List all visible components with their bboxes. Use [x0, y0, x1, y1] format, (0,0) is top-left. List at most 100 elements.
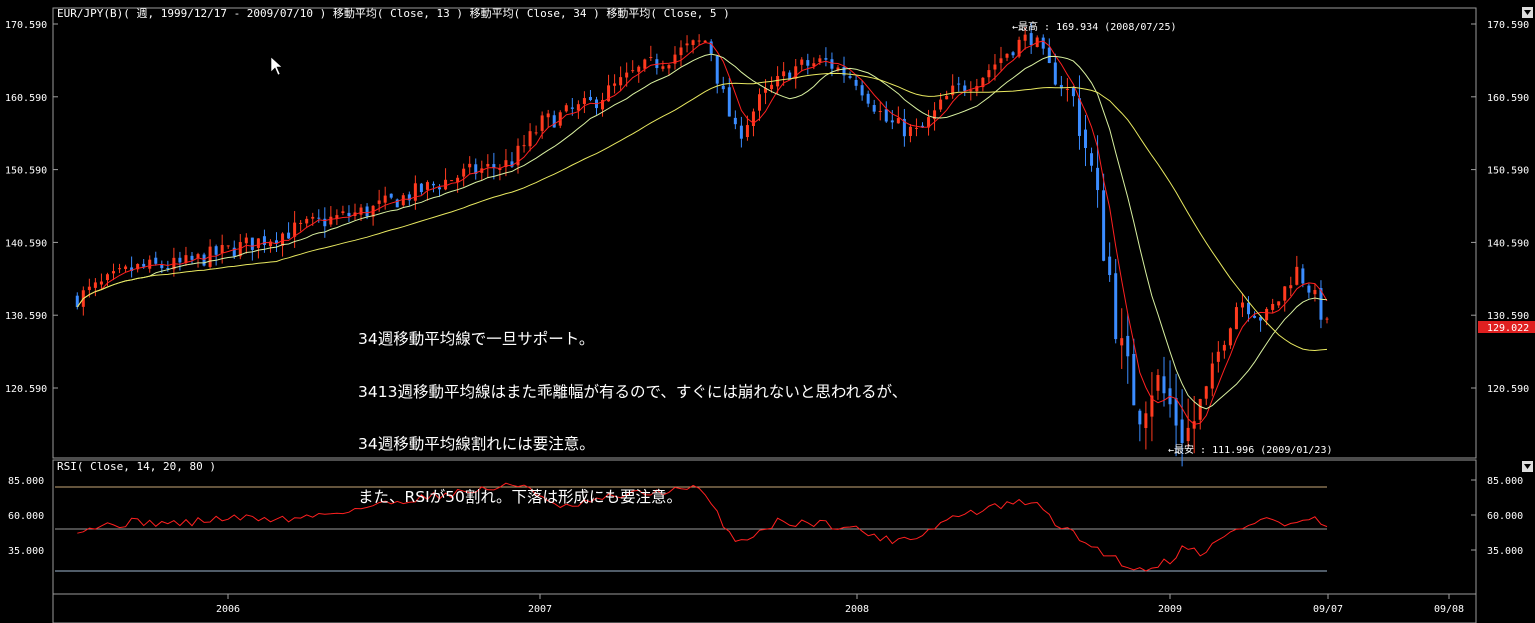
candle-down — [1180, 419, 1184, 443]
candle-down — [1174, 398, 1178, 426]
candle-down — [1126, 335, 1130, 357]
candle-down — [860, 85, 864, 96]
collapse-price-panel-button[interactable] — [1522, 7, 1533, 18]
candle-down — [1162, 376, 1166, 394]
candle-up — [383, 195, 387, 203]
price-tick-label-left: 150.590 — [5, 166, 47, 177]
candle-up — [462, 168, 466, 177]
candle-up — [637, 66, 641, 72]
candle-up — [1005, 53, 1009, 58]
candle-down — [963, 85, 967, 92]
candle-down — [806, 60, 810, 66]
candle-up — [226, 245, 230, 247]
candle-up — [1240, 302, 1244, 308]
candle-up — [220, 244, 224, 253]
candle-up — [1283, 286, 1287, 301]
collapse-rsi-panel-button[interactable] — [1522, 461, 1533, 472]
candle-up — [1289, 285, 1293, 289]
candle-down — [1041, 37, 1045, 49]
candle-down — [739, 125, 743, 139]
candle-up — [105, 274, 109, 281]
candle-up — [691, 40, 695, 45]
annotation-line-3: 34週移動平均線割れには要注意。 — [358, 435, 595, 453]
price-tick-label-left: 120.590 — [5, 384, 47, 395]
annotation-line-4: また、RSIが50割れ。下落は形成にも要注意。 — [358, 487, 683, 506]
candle-down — [214, 246, 218, 255]
candle-up — [631, 70, 635, 72]
candle-down — [824, 58, 828, 60]
candle-up — [256, 238, 260, 248]
candle-down — [1138, 410, 1142, 425]
candle-down — [1053, 62, 1057, 85]
candle-up — [999, 58, 1003, 63]
rsi-tick-label-left: 60.000 — [8, 511, 44, 522]
candle-up — [800, 59, 804, 65]
candle-up — [540, 115, 544, 131]
last-price-badge: 129.022 — [1478, 321, 1535, 334]
candle-up — [914, 127, 918, 129]
candle-up — [293, 222, 297, 237]
candle-down — [715, 55, 719, 84]
candle-up — [993, 64, 997, 70]
candle-up — [649, 56, 653, 58]
rsi-axis-right: 85.000 60.000 35.000 — [1487, 476, 1523, 557]
candle-down — [190, 255, 194, 260]
price-tick-label-left: 130.590 — [5, 311, 47, 322]
x-axis-frame — [52, 593, 1477, 623]
candle-up — [1325, 318, 1329, 320]
candle-up — [425, 182, 429, 190]
candle-up — [770, 84, 774, 90]
candle-down — [830, 59, 834, 69]
candle-up — [667, 65, 671, 69]
candle-up — [377, 200, 381, 204]
time-tick-label: 2007 — [528, 604, 552, 615]
candle-up — [969, 90, 973, 92]
rsi-panel-title: RSI( Close, 14, 20, 80 ) — [57, 460, 216, 473]
candle-up — [1204, 386, 1208, 399]
candle-up — [1265, 308, 1269, 321]
candle-up — [697, 40, 701, 42]
candle-down — [1247, 302, 1251, 315]
price-axis-left: 170.590 160.590 150.590 140.590 130.590 120.5… — [5, 20, 47, 395]
candle-up — [93, 282, 97, 288]
low-marker-label: ←最安 : 111.996 (2009/01/23) — [1168, 443, 1333, 456]
high-marker-label: ←最高 : 169.934 (2008/07/25) — [1012, 20, 1177, 33]
rsi-tick-label-right: 60.000 — [1487, 511, 1523, 522]
candle-down — [570, 107, 574, 109]
candle-up — [341, 211, 345, 214]
candle-down — [1090, 153, 1094, 166]
candle-up — [244, 237, 248, 244]
candle-down — [1301, 268, 1305, 284]
candle-up — [522, 145, 526, 147]
candle-up — [1120, 338, 1124, 346]
last-price-value: 129.022 — [1487, 323, 1529, 334]
candle-up — [468, 163, 472, 168]
candle-up — [1198, 398, 1202, 420]
candle-up — [818, 58, 822, 62]
candle-up — [299, 222, 303, 224]
candle-up — [444, 179, 448, 190]
candle-down — [1077, 98, 1081, 136]
candle-down — [1307, 285, 1311, 293]
candle-down — [250, 237, 254, 250]
candle-down — [178, 257, 182, 263]
candle-up — [1216, 351, 1220, 362]
candle-down — [419, 183, 423, 193]
candle-up — [112, 271, 116, 274]
candle-up — [782, 71, 786, 77]
candle-down — [733, 117, 737, 125]
candle-down — [721, 85, 725, 90]
time-tick-label: 09/07 — [1313, 604, 1343, 615]
candle-up — [896, 118, 900, 124]
price-tick-label-right: 150.590 — [1487, 166, 1529, 177]
candle-up — [99, 281, 103, 285]
candle-up — [534, 132, 538, 134]
candle-down — [262, 236, 266, 245]
candle-down — [1096, 167, 1100, 191]
candle-up — [1210, 363, 1214, 389]
analysis-annotation: 34週移動平均線で一旦サポート。 3413週移動平均線はまた乖離幅が有るので、す… — [358, 296, 907, 524]
candle-up — [1277, 301, 1281, 306]
price-tick-label-left: 160.590 — [5, 93, 47, 104]
candle-up — [148, 259, 152, 269]
candle-up — [576, 104, 580, 111]
